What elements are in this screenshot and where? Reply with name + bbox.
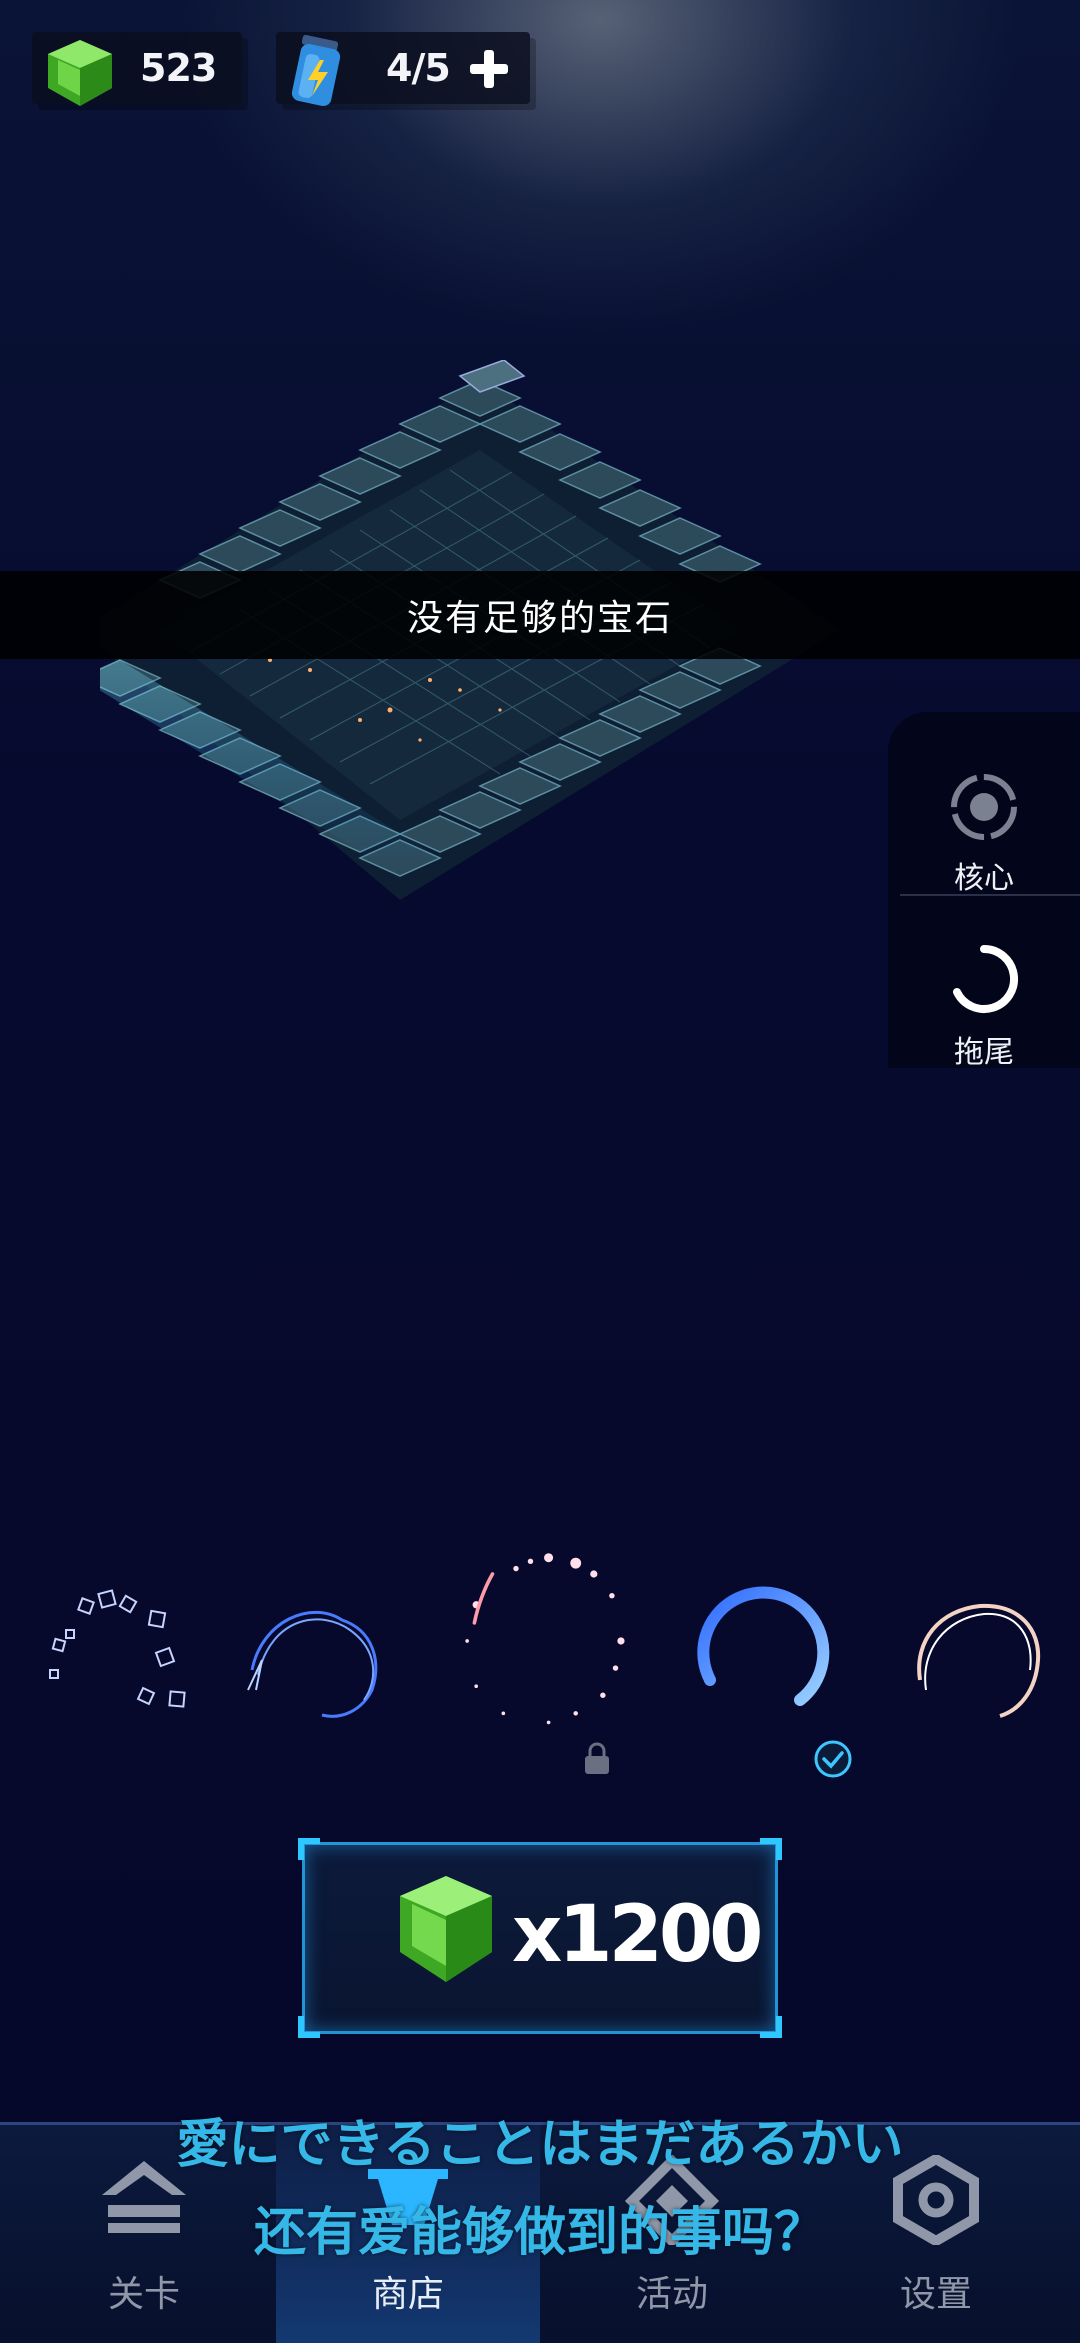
trail-option-sparks[interactable] bbox=[440, 1540, 630, 1760]
tab-core[interactable]: 核心 bbox=[888, 772, 1080, 897]
tab-trail[interactable]: 拖尾 bbox=[888, 942, 1080, 1071]
panel-divider bbox=[900, 894, 1080, 896]
trail-option-lightning[interactable] bbox=[232, 1540, 422, 1760]
tab-trail-label: 拖尾 bbox=[954, 1036, 1014, 1069]
frame-corner bbox=[298, 2016, 320, 2038]
energy-count: 4/5 bbox=[386, 46, 451, 90]
tab-shop-label: 商店 bbox=[371, 2273, 444, 2314]
tab-events-label: 活动 bbox=[635, 2273, 708, 2314]
toast-message: 没有足够的宝石 bbox=[0, 571, 1080, 659]
trail-icon bbox=[953, 945, 1019, 1013]
gem-icon bbox=[48, 40, 112, 106]
energy-counter: 4/5 bbox=[276, 32, 530, 107]
frame-corner bbox=[298, 1838, 320, 1860]
lyrics-line-chinese: 还有爱能够做到的事吗？ bbox=[253, 2204, 826, 2262]
buy-trail-button[interactable]: x1200 bbox=[298, 1838, 782, 2038]
trail-option-flame[interactable] bbox=[890, 1540, 1080, 1760]
selected-check-icon bbox=[814, 1740, 852, 1778]
trail-option-ring[interactable] bbox=[680, 1540, 870, 1760]
tab-levels-label: 关卡 bbox=[107, 2273, 180, 2314]
frame-corner bbox=[760, 1838, 782, 1860]
gem-icon bbox=[400, 1876, 492, 1982]
category-panel: 核心 拖尾 bbox=[888, 712, 1080, 1071]
tab-core-label: 核心 bbox=[954, 862, 1014, 895]
gem-counter: 523 bbox=[32, 32, 242, 106]
add-energy-button[interactable] bbox=[466, 46, 512, 92]
tab-settings-label: 设置 bbox=[899, 2273, 972, 2314]
lock-icon bbox=[585, 1742, 609, 1774]
trail-option-cubes[interactable] bbox=[40, 1540, 230, 1760]
lyrics-line-japanese: 愛にできることはまだあるかい bbox=[176, 2116, 904, 2174]
gem-count: 523 bbox=[140, 46, 217, 90]
frame-corner bbox=[760, 2016, 782, 2038]
trail-effects-row bbox=[0, 1540, 1080, 1800]
core-icon bbox=[951, 774, 1017, 840]
price-label: x1200 bbox=[512, 1890, 763, 1980]
energy-battery-icon bbox=[291, 34, 341, 107]
